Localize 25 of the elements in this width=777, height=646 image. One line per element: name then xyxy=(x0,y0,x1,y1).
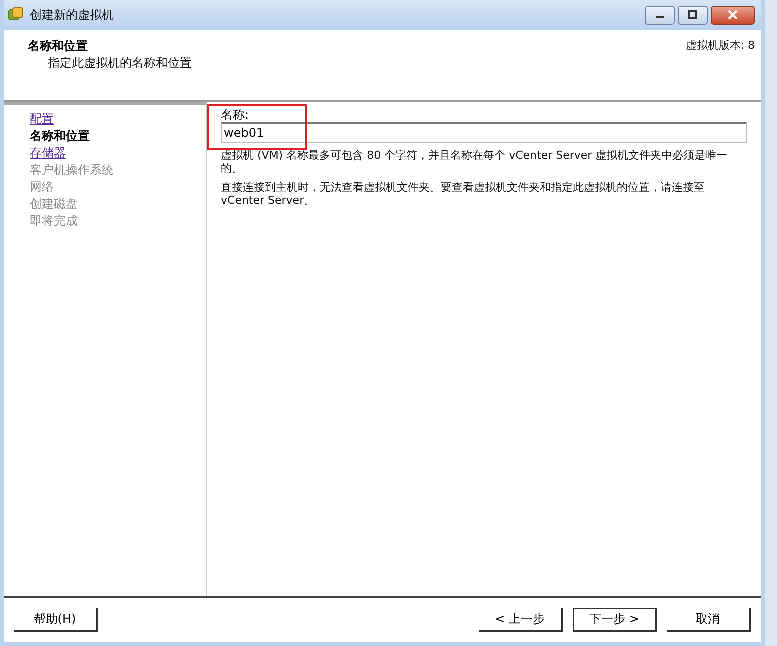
name-label: 名称: xyxy=(221,108,250,122)
step-item: 网络 xyxy=(30,179,54,196)
step-item: 即将完成 xyxy=(30,213,78,230)
help-button[interactable]: 帮助(H) xyxy=(14,608,98,632)
step-item: 名称和位置 xyxy=(30,128,90,145)
page-title: 名称和位置 xyxy=(28,38,89,55)
step-item: 创建磁盘 xyxy=(30,196,78,213)
maximize-button[interactable] xyxy=(678,6,708,24)
note-text: 虚拟机 (VM) 名称最多可包含 80 个字符，并且名称在每个 vCenter Server 虚拟机文件夹中必须是唯一的。 xyxy=(221,149,729,175)
step-item[interactable]: 存储器 xyxy=(30,145,66,162)
window-title: 创建新的虚拟机 xyxy=(30,6,114,24)
name-input-field[interactable]: web01 xyxy=(221,122,747,143)
back-button[interactable]: < 上一步 xyxy=(479,608,563,632)
page-subtitle: 指定此虚拟机的名称和位置 xyxy=(47,55,192,72)
version-label: 虚拟机版本: 8 xyxy=(686,38,755,54)
next-button[interactable]: 下一步 > xyxy=(573,608,657,632)
step-item[interactable]: 配置 xyxy=(30,111,54,128)
note-text: 直接连接到主机时，无法查看虚拟机文件夹。要查看虚拟机文件夹和指定此虚拟机的位置，请连接至 vCenter Server。 xyxy=(221,181,706,207)
cancel-button[interactable]: 取消 xyxy=(667,608,751,632)
close-icon xyxy=(727,10,739,20)
close-button[interactable] xyxy=(711,6,755,24)
maximize-icon xyxy=(688,10,698,20)
step-item: 客户机操作系统 xyxy=(30,162,114,179)
minimize-button[interactable] xyxy=(645,6,675,24)
app-icon xyxy=(8,7,24,23)
